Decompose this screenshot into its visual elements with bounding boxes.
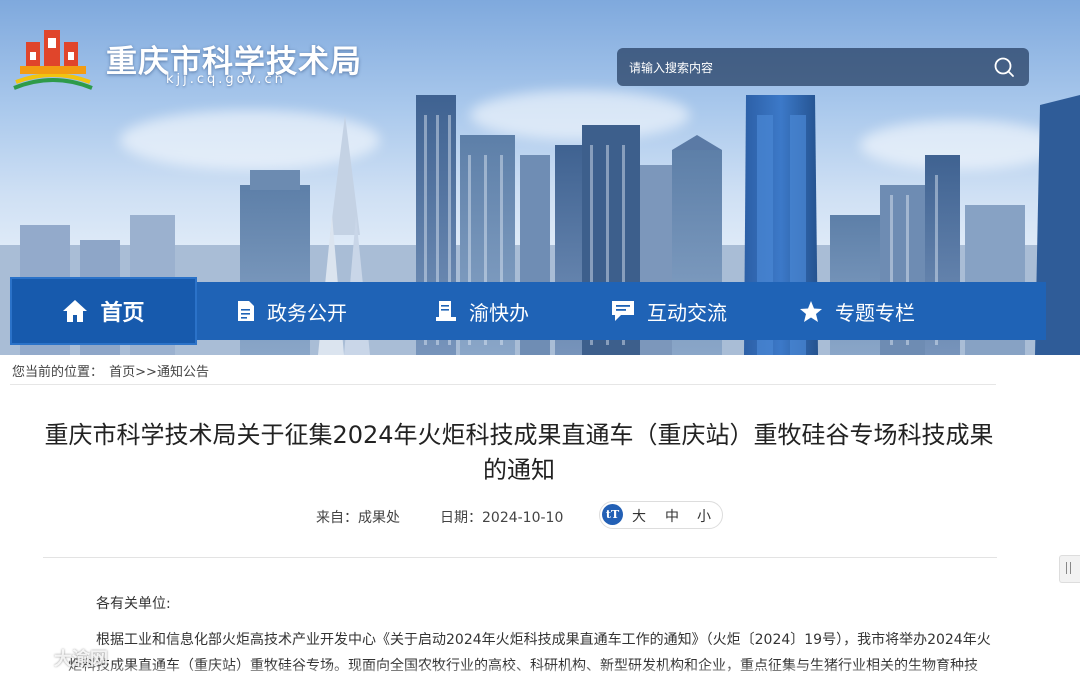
breadcrumb: 您当前的位置： 首页>>通知公告 [12, 361, 211, 380]
main-nav: 首页 政务公开 渝快办 互动交流 专题专栏 [10, 277, 1046, 345]
chat-icon [612, 301, 634, 321]
search-box [617, 48, 1029, 88]
bottom-fade [0, 664, 1080, 682]
nav-item-government-affairs[interactable]: 政务公开 [237, 282, 347, 340]
article-paragraph-line: 根据工业和信息化部火炬高技术产业开发中心《关于启动2024年火炬科技成果直通车工… [96, 632, 991, 648]
search-icon[interactable] [993, 56, 1015, 78]
nav-item-special-topics[interactable]: 专题专栏 [799, 282, 915, 340]
side-panel-toggle[interactable] [1059, 555, 1080, 583]
font-size-switcher: tT 大 中 小 [599, 501, 723, 529]
nav-item-label: 首页 [100, 301, 145, 326]
nav-item-yukuaiban[interactable]: 渝快办 [435, 282, 529, 340]
breadcrumb-prefix: 您当前的位置： [12, 365, 104, 380]
article-source: 来自：成果处 [316, 510, 400, 526]
nav-item-label: 专题专栏 [835, 300, 915, 325]
font-size-icon: tT [602, 504, 623, 525]
site-domain: kjj.cq.gov.cn [166, 72, 286, 87]
divider [10, 384, 996, 385]
article-title: 重庆市科学技术局关于征集2024年火炬科技成果直通车（重庆站）重牧硅谷专场科技成… [44, 421, 994, 484]
book-icon [436, 301, 456, 321]
document-icon [238, 301, 254, 321]
article-date: 日期：2024-10-10 [440, 510, 564, 526]
article-salutation: 各有关单位: [96, 596, 171, 612]
site-logo [13, 30, 93, 90]
font-size-large[interactable]: 大 [632, 506, 646, 526]
nav-item-home[interactable]: 首页 [10, 277, 197, 345]
home-icon [63, 300, 88, 322]
star-icon [800, 300, 822, 322]
nav-item-label: 互动交流 [647, 300, 727, 325]
nav-item-interaction[interactable]: 互动交流 [611, 282, 727, 340]
divider [43, 557, 997, 558]
breadcrumb-path[interactable]: 首页>>通知公告 [109, 365, 209, 380]
nav-item-label: 政务公开 [267, 300, 347, 325]
nav-item-label: 渝快办 [469, 300, 529, 325]
search-input[interactable] [627, 48, 971, 88]
font-size-small[interactable]: 小 [697, 506, 711, 526]
font-size-medium[interactable]: 中 [665, 506, 679, 526]
